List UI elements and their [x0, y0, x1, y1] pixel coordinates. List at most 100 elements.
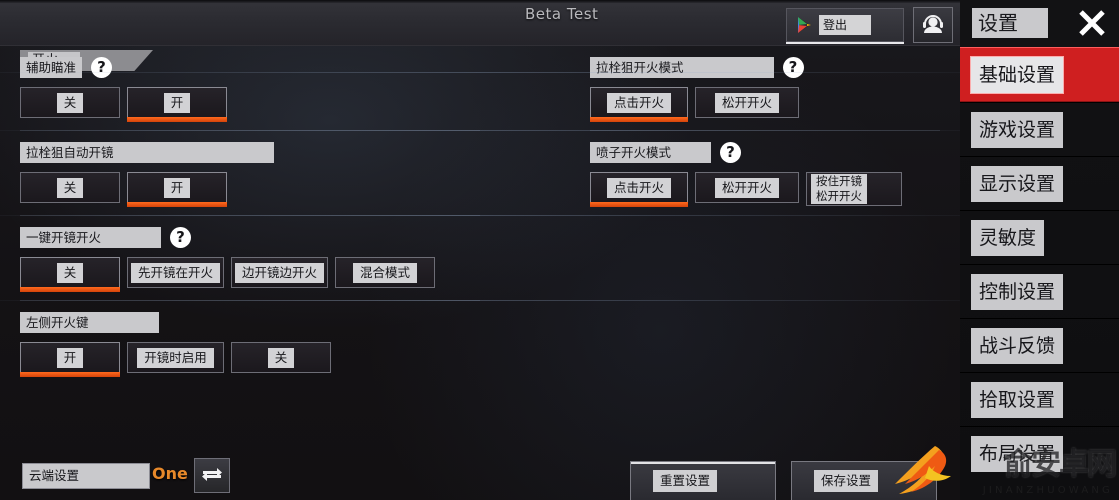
option-button[interactable]: 松开开火: [695, 172, 799, 203]
settings-content: 开火 辅助瞄准?关开拉栓狙自动开镜关开一键开镜开火?关先开镜在开火边开镜边开火混…: [0, 46, 960, 500]
option-button[interactable]: 边开镜边开火: [231, 257, 328, 288]
game-settings-screen: Beta Test 登出 辅助瞄准 ? 关 开 拉栓狙自动开镜 关 开 一键开镜…: [0, 0, 1119, 500]
setting-row: 喷子开火模式? 点击开火 松开开火 按住开镜 松开开火: [590, 130, 940, 218]
row-divider: [0, 300, 960, 301]
option-group: 开 开镜时启用 关: [20, 342, 480, 377]
save-settings-button[interactable]: 保存设置: [791, 461, 937, 500]
setting-row-header: 左侧开火键: [20, 311, 480, 333]
option-button[interactable]: 关: [231, 342, 331, 373]
sidebar-item-label: 显示设置: [971, 165, 1064, 202]
close-icon[interactable]: [1075, 6, 1109, 40]
option-label: 松开开火: [714, 92, 779, 113]
row-divider: [0, 72, 960, 73]
option-label: 先开镜在开火: [130, 262, 220, 283]
option-group: 关 先开镜在开火 边开镜边开火 混合模式: [20, 257, 480, 292]
setting-row-title: 拉栓狙开火模式: [590, 56, 774, 78]
option-label: 边开镜边开火: [234, 262, 324, 283]
help-icon[interactable]: ?: [782, 56, 804, 78]
sidebar-item-3[interactable]: 显示设置: [960, 156, 1119, 210]
option-button[interactable]: 开: [20, 342, 120, 377]
row-divider: [0, 215, 960, 216]
option-label: 关: [267, 347, 295, 368]
sidebar-item-label: 控制设置: [971, 273, 1064, 310]
option-button[interactable]: 混合模式: [335, 257, 435, 288]
option-button[interactable]: 开镜时启用: [127, 342, 224, 373]
sidebar-item-label: 拾取设置: [971, 381, 1064, 418]
help-icon[interactable]: ?: [170, 226, 192, 248]
save-settings-label: 保存设置: [814, 470, 879, 492]
google-play-icon: [793, 14, 815, 36]
option-label: 按住开镜: [811, 174, 867, 189]
help-icon[interactable]: ?: [91, 56, 113, 78]
option-button[interactable]: 开: [127, 172, 227, 207]
swap-arrows-icon: [200, 464, 224, 488]
option-button[interactable]: 先开镜在开火: [127, 257, 224, 288]
option-button[interactable]: 点击开火: [590, 172, 688, 207]
swap-profile-button[interactable]: [194, 458, 230, 493]
support-avatar-button[interactable]: [913, 7, 953, 43]
sidebar-item-label: 基础设置: [971, 56, 1064, 93]
setting-row-header: 辅助瞄准?: [20, 56, 480, 78]
row-divider: [0, 130, 960, 131]
logout-button[interactable]: 登出: [786, 8, 904, 42]
option-label: 开: [163, 92, 191, 113]
option-group: 点击开火 松开开火 按住开镜 松开开火: [590, 172, 940, 207]
sidebar-item-label: 布局设置: [971, 435, 1064, 472]
help-icon[interactable]: ?: [720, 141, 742, 163]
setting-row-header: 拉栓狙自动开镜: [20, 141, 480, 163]
setting-row-title: 一键开镜开火: [20, 226, 162, 248]
sidebar-header: 设置: [960, 0, 1119, 47]
option-button[interactable]: 关: [20, 257, 120, 292]
sidebar-item-7[interactable]: 拾取设置: [960, 372, 1119, 426]
reset-settings-button[interactable]: 重置设置: [630, 461, 776, 500]
option-label: 开: [56, 347, 84, 368]
setting-row: 左侧开火键开 开镜时启用 关: [20, 300, 480, 385]
option-button[interactable]: 按住开镜 松开开火: [806, 172, 902, 206]
sidebar-item-2[interactable]: 游戏设置: [960, 102, 1119, 156]
sidebar-item-label: 战斗反馈: [971, 327, 1064, 364]
profile-slot-label: One: [152, 464, 188, 483]
sidebar-item-label: 游戏设置: [971, 111, 1064, 148]
setting-row-header: 一键开镜开火?: [20, 226, 480, 248]
setting-row-header: 拉栓狙开火模式?: [590, 56, 940, 78]
option-label-second-line: 松开开火: [811, 189, 867, 204]
sidebar-item-label: 灵敏度: [971, 219, 1045, 256]
setting-row-header: 喷子开火模式?: [590, 141, 940, 163]
option-group: 点击开火 松开开火: [590, 87, 940, 122]
setting-row: 拉栓狙自动开镜关开: [20, 130, 480, 215]
setting-row-title: 辅助瞄准: [20, 56, 83, 78]
option-button[interactable]: 关: [20, 172, 120, 203]
option-label: 关: [56, 92, 84, 113]
bottom-bar: 云端设置 One 重置设置 保存设置: [0, 452, 960, 500]
option-button[interactable]: 关: [20, 87, 120, 118]
option-label: 点击开火: [606, 177, 671, 198]
option-label: 开镜时启用: [137, 347, 214, 368]
sidebar-item-8[interactable]: 布局设置: [960, 426, 1119, 480]
sidebar-item-4[interactable]: 灵敏度: [960, 210, 1119, 264]
cloud-settings-button[interactable]: 云端设置: [22, 463, 151, 489]
sidebar-title: 设置: [972, 8, 1048, 38]
logout-label: 登出: [819, 15, 872, 35]
sidebar-item-6[interactable]: 战斗反馈: [960, 318, 1119, 372]
option-button[interactable]: 点击开火: [590, 87, 688, 122]
window-title: Beta Test: [525, 5, 599, 23]
settings-sidebar: 设置 基础设置游戏设置显示设置灵敏度控制设置战斗反馈拾取设置布局设置: [960, 0, 1119, 500]
setting-row: 辅助瞄准? 关 开: [20, 46, 480, 130]
option-label: 关: [56, 177, 84, 198]
setting-row-title: 喷子开火模式: [590, 141, 712, 163]
sidebar-item-1[interactable]: 基础设置: [960, 47, 1119, 102]
setting-row: 拉栓狙开火模式? 点击开火 松开开火: [590, 46, 940, 130]
sidebar-item-5[interactable]: 控制设置: [960, 264, 1119, 318]
setting-row: 一键开镜开火? 关 先开镜在开火 边开镜边开火 混合模式: [20, 215, 480, 300]
setting-row-title: 左侧开火键: [20, 311, 159, 333]
option-label: 点击开火: [606, 92, 671, 113]
option-button[interactable]: 松开开火: [695, 87, 799, 118]
top-bar: Beta Test 登出: [0, 0, 960, 46]
setting-row-title: 拉栓狙自动开镜: [20, 141, 274, 163]
reset-settings-label: 重置设置: [653, 470, 718, 492]
option-button[interactable]: 开: [127, 87, 227, 122]
sidebar-menu: 基础设置游戏设置显示设置灵敏度控制设置战斗反馈拾取设置布局设置: [960, 47, 1119, 480]
option-label: 混合模式: [352, 262, 417, 283]
option-group: 关开: [20, 172, 480, 207]
headset-avatar-icon: [920, 11, 946, 39]
